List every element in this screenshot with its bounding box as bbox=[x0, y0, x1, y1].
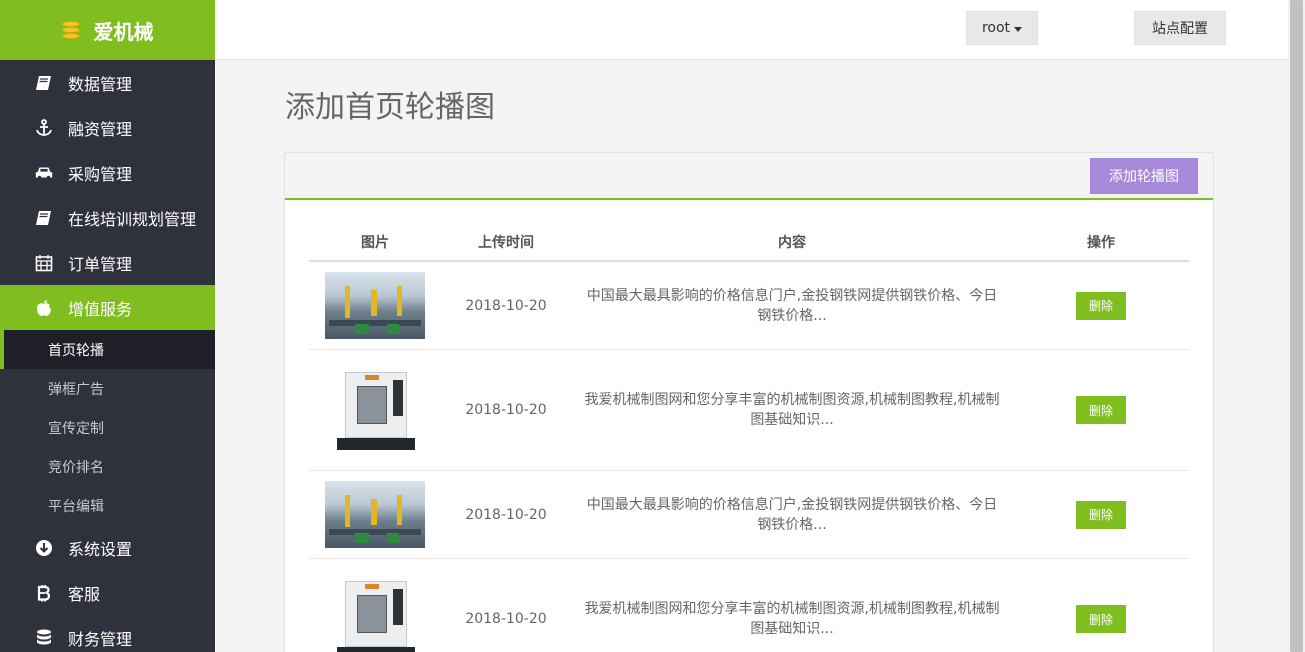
row-action-cell: 删除 bbox=[1013, 396, 1189, 424]
row-image-cell bbox=[309, 573, 441, 652]
factory-image bbox=[325, 481, 425, 548]
bitcoin-icon bbox=[34, 583, 54, 603]
anchor-icon bbox=[34, 118, 54, 138]
row-content: 中国最大最具影响的价格信息门户,金投钢铁网提供钢铁价格、今日钢铁价格... bbox=[586, 496, 998, 533]
apple-icon bbox=[34, 298, 54, 318]
row-content: 我爱机械制图网和您分享丰富的机械制图资源,机械制图教程,机械制图基础知识... bbox=[584, 392, 1000, 428]
sidebar: 爱机械 数据管理 融资管理 采购管理 在线培训规划管理 订单管理 增值服务 首页… bbox=[0, 0, 215, 652]
calendar-icon bbox=[34, 253, 54, 273]
factory-image bbox=[325, 272, 425, 339]
row-upload-time: 2018-10-20 bbox=[465, 506, 547, 523]
table-header: 图片 上传时间 内容 操作 bbox=[309, 223, 1189, 262]
machine-image bbox=[325, 573, 425, 652]
submenu-item-label: 平台编辑 bbox=[48, 498, 104, 515]
submenu-item-label: 宣传定制 bbox=[48, 420, 104, 437]
submenu-value-added: 首页轮播 弹框广告 宣传定制 竞价排名 平台编辑 bbox=[0, 330, 215, 525]
sidebar-item-label: 增值服务 bbox=[68, 299, 133, 319]
row-upload-time: 2018-10-20 bbox=[465, 297, 547, 314]
row-image-cell bbox=[309, 272, 441, 339]
page-title: 添加首页轮播图 bbox=[285, 90, 495, 125]
submenu-item-platform-edit[interactable]: 平台编辑 bbox=[0, 486, 215, 525]
sidebar-item-label: 在线培训规划管理 bbox=[68, 209, 197, 229]
submenu-item-popup-ads[interactable]: 弹框广告 bbox=[0, 369, 215, 408]
column-header-upload-time: 上传时间 bbox=[478, 234, 534, 251]
car-icon bbox=[34, 163, 54, 183]
sidebar-item-label: 系统设置 bbox=[68, 539, 133, 559]
row-action-cell: 删除 bbox=[1013, 291, 1189, 320]
submenu-item-bidding-rank[interactable]: 竞价排名 bbox=[0, 447, 215, 486]
row-content: 我爱机械制图网和您分享丰富的机械制图资源,机械制图教程,机械制图基础知识... bbox=[584, 601, 1000, 637]
sidebar-item-customer-service[interactable]: 客服 bbox=[0, 570, 215, 615]
sidebar-item-data[interactable]: 数据管理 bbox=[0, 60, 215, 105]
caret-down-icon bbox=[1014, 26, 1023, 32]
row-image-cell bbox=[309, 364, 441, 456]
delete-button[interactable]: 删除 bbox=[1076, 291, 1126, 320]
sidebar-item-settings[interactable]: 系统设置 bbox=[0, 525, 215, 570]
book-icon bbox=[34, 208, 54, 228]
arrow-circle-down-icon bbox=[34, 538, 54, 558]
coins-icon bbox=[61, 21, 80, 39]
panel-toolbar: 添加轮播图 bbox=[285, 153, 1213, 200]
row-action-cell: 删除 bbox=[1013, 500, 1189, 529]
scrollbar-thumb[interactable] bbox=[1290, 0, 1303, 652]
delete-button[interactable]: 删除 bbox=[1076, 396, 1126, 424]
database-icon bbox=[34, 628, 54, 648]
submenu-item-label: 竞价排名 bbox=[48, 459, 104, 476]
top-header: root 站点配置 bbox=[215, 0, 1288, 60]
table-row: 2018-10-20 我爱机械制图网和您分享丰富的机械制图资源,机械制图教程,机… bbox=[309, 350, 1189, 471]
table-row: 2018-10-20 中国最大最具影响的价格信息门户,金投钢铁网提供钢铁价格、今… bbox=[309, 262, 1189, 350]
submenu-item-label: 弹框广告 bbox=[48, 381, 104, 398]
submenu-item-home-carousel[interactable]: 首页轮播 bbox=[0, 330, 215, 369]
row-image-cell bbox=[309, 481, 441, 548]
sidebar-item-training[interactable]: 在线培训规划管理 bbox=[0, 195, 215, 240]
row-upload-time: 2018-10-20 bbox=[465, 402, 547, 418]
sidebar-item-accounting[interactable]: 财务管理 bbox=[0, 615, 215, 652]
column-header-image: 图片 bbox=[361, 234, 389, 251]
carousel-panel: 添加轮播图 图片 上传时间 内容 操作 2018-10-20 中国最大最具影响的… bbox=[284, 152, 1214, 652]
submenu-item-label: 首页轮播 bbox=[48, 342, 104, 359]
row-upload-time: 2018-10-20 bbox=[465, 611, 547, 627]
sidebar-item-purchase[interactable]: 采购管理 bbox=[0, 150, 215, 195]
row-action-cell: 删除 bbox=[1013, 605, 1189, 633]
sidebar-item-finance[interactable]: 融资管理 bbox=[0, 105, 215, 150]
sidebar-item-value-added[interactable]: 增值服务 bbox=[0, 285, 215, 330]
site-config-button[interactable]: 站点配置 bbox=[1134, 11, 1226, 45]
delete-button[interactable]: 删除 bbox=[1076, 605, 1126, 633]
sidebar-item-label: 客服 bbox=[68, 584, 101, 604]
column-header-content: 内容 bbox=[778, 234, 806, 251]
submenu-item-promotion[interactable]: 宣传定制 bbox=[0, 408, 215, 447]
book-icon bbox=[34, 73, 54, 93]
row-content: 中国最大最具影响的价格信息门户,金投钢铁网提供钢铁价格、今日钢铁价格... bbox=[586, 287, 998, 324]
column-header-action: 操作 bbox=[1087, 234, 1115, 251]
brand-name: 爱机械 bbox=[93, 19, 154, 44]
sidebar-item-label: 融资管理 bbox=[68, 119, 133, 139]
table-row: 2018-10-20 我爱机械制图网和您分享丰富的机械制图资源,机械制图教程,机… bbox=[309, 559, 1189, 652]
brand-logo[interactable]: 爱机械 bbox=[0, 0, 215, 60]
delete-button[interactable]: 删除 bbox=[1076, 500, 1126, 529]
sidebar-item-label: 订单管理 bbox=[68, 254, 133, 274]
machine-image bbox=[325, 364, 425, 456]
sidebar-item-orders[interactable]: 订单管理 bbox=[0, 240, 215, 285]
sidebar-item-label: 采购管理 bbox=[68, 164, 133, 184]
user-menu-button[interactable]: root bbox=[966, 11, 1038, 45]
table-row: 2018-10-20 中国最大最具影响的价格信息门户,金投钢铁网提供钢铁价格、今… bbox=[309, 471, 1189, 559]
user-name: root bbox=[981, 20, 1011, 36]
add-carousel-button[interactable]: 添加轮播图 bbox=[1090, 158, 1198, 194]
sidebar-item-label: 数据管理 bbox=[68, 74, 133, 94]
sidebar-item-label: 财务管理 bbox=[68, 629, 133, 649]
